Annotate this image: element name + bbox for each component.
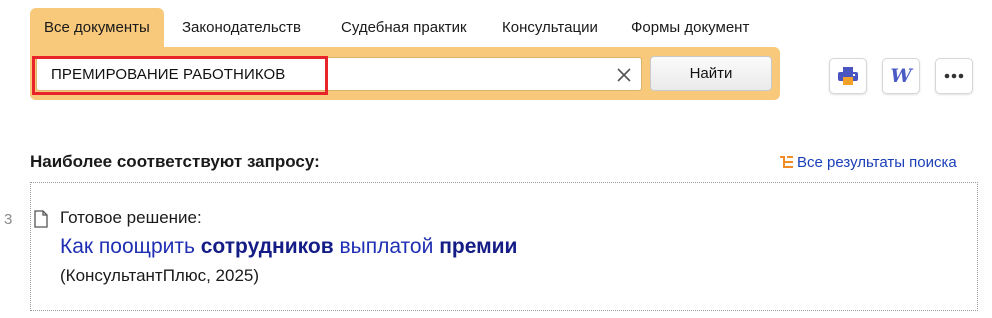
close-icon[interactable]: [615, 66, 633, 84]
all-results-link[interactable]: Все результаты поиска: [780, 154, 957, 171]
tab-document-forms[interactable]: Формы документ: [631, 8, 749, 48]
title-part[interactable]: выплатой: [334, 235, 440, 258]
document-icon: [34, 210, 48, 233]
tab-all-documents[interactable]: Все документы: [30, 8, 164, 48]
print-button[interactable]: [829, 58, 867, 94]
search-query-text[interactable]: ПРЕМИРОВАНИЕ РАБОТНИКОВ: [51, 58, 285, 92]
title-part-bold[interactable]: сотрудников: [201, 235, 334, 258]
result-source: (КонсультантПлюс, 2025): [60, 266, 260, 285]
search-input[interactable]: ПРЕМИРОВАНИЕ РАБОТНИКОВ: [36, 57, 642, 91]
results-heading: Наиболее соответствуют запросу:: [30, 152, 320, 171]
title-part[interactable]: Как поощрить: [60, 235, 201, 258]
more-button[interactable]: [935, 58, 973, 94]
find-button[interactable]: Найти: [650, 56, 772, 91]
tab-legislation[interactable]: Законодательств: [182, 8, 301, 48]
word-export-icon: W: [890, 65, 912, 87]
tab-judicial-practice[interactable]: Судебная практик: [341, 8, 467, 48]
result-title-link[interactable]: Как поощрить сотрудников выплатой премии: [60, 235, 517, 259]
tab-consultations[interactable]: Консультации: [502, 8, 598, 48]
title-part-bold[interactable]: премии: [439, 235, 517, 258]
results-list-icon: [780, 156, 793, 168]
result-type-label: Готовое решение:: [60, 208, 202, 227]
result-number: 3: [4, 211, 13, 228]
word-export-button[interactable]: W: [882, 58, 920, 94]
search-panel: ПРЕМИРОВАНИЕ РАБОТНИКОВ Найти: [30, 47, 780, 100]
all-results-label[interactable]: Все результаты поиска: [780, 154, 957, 171]
